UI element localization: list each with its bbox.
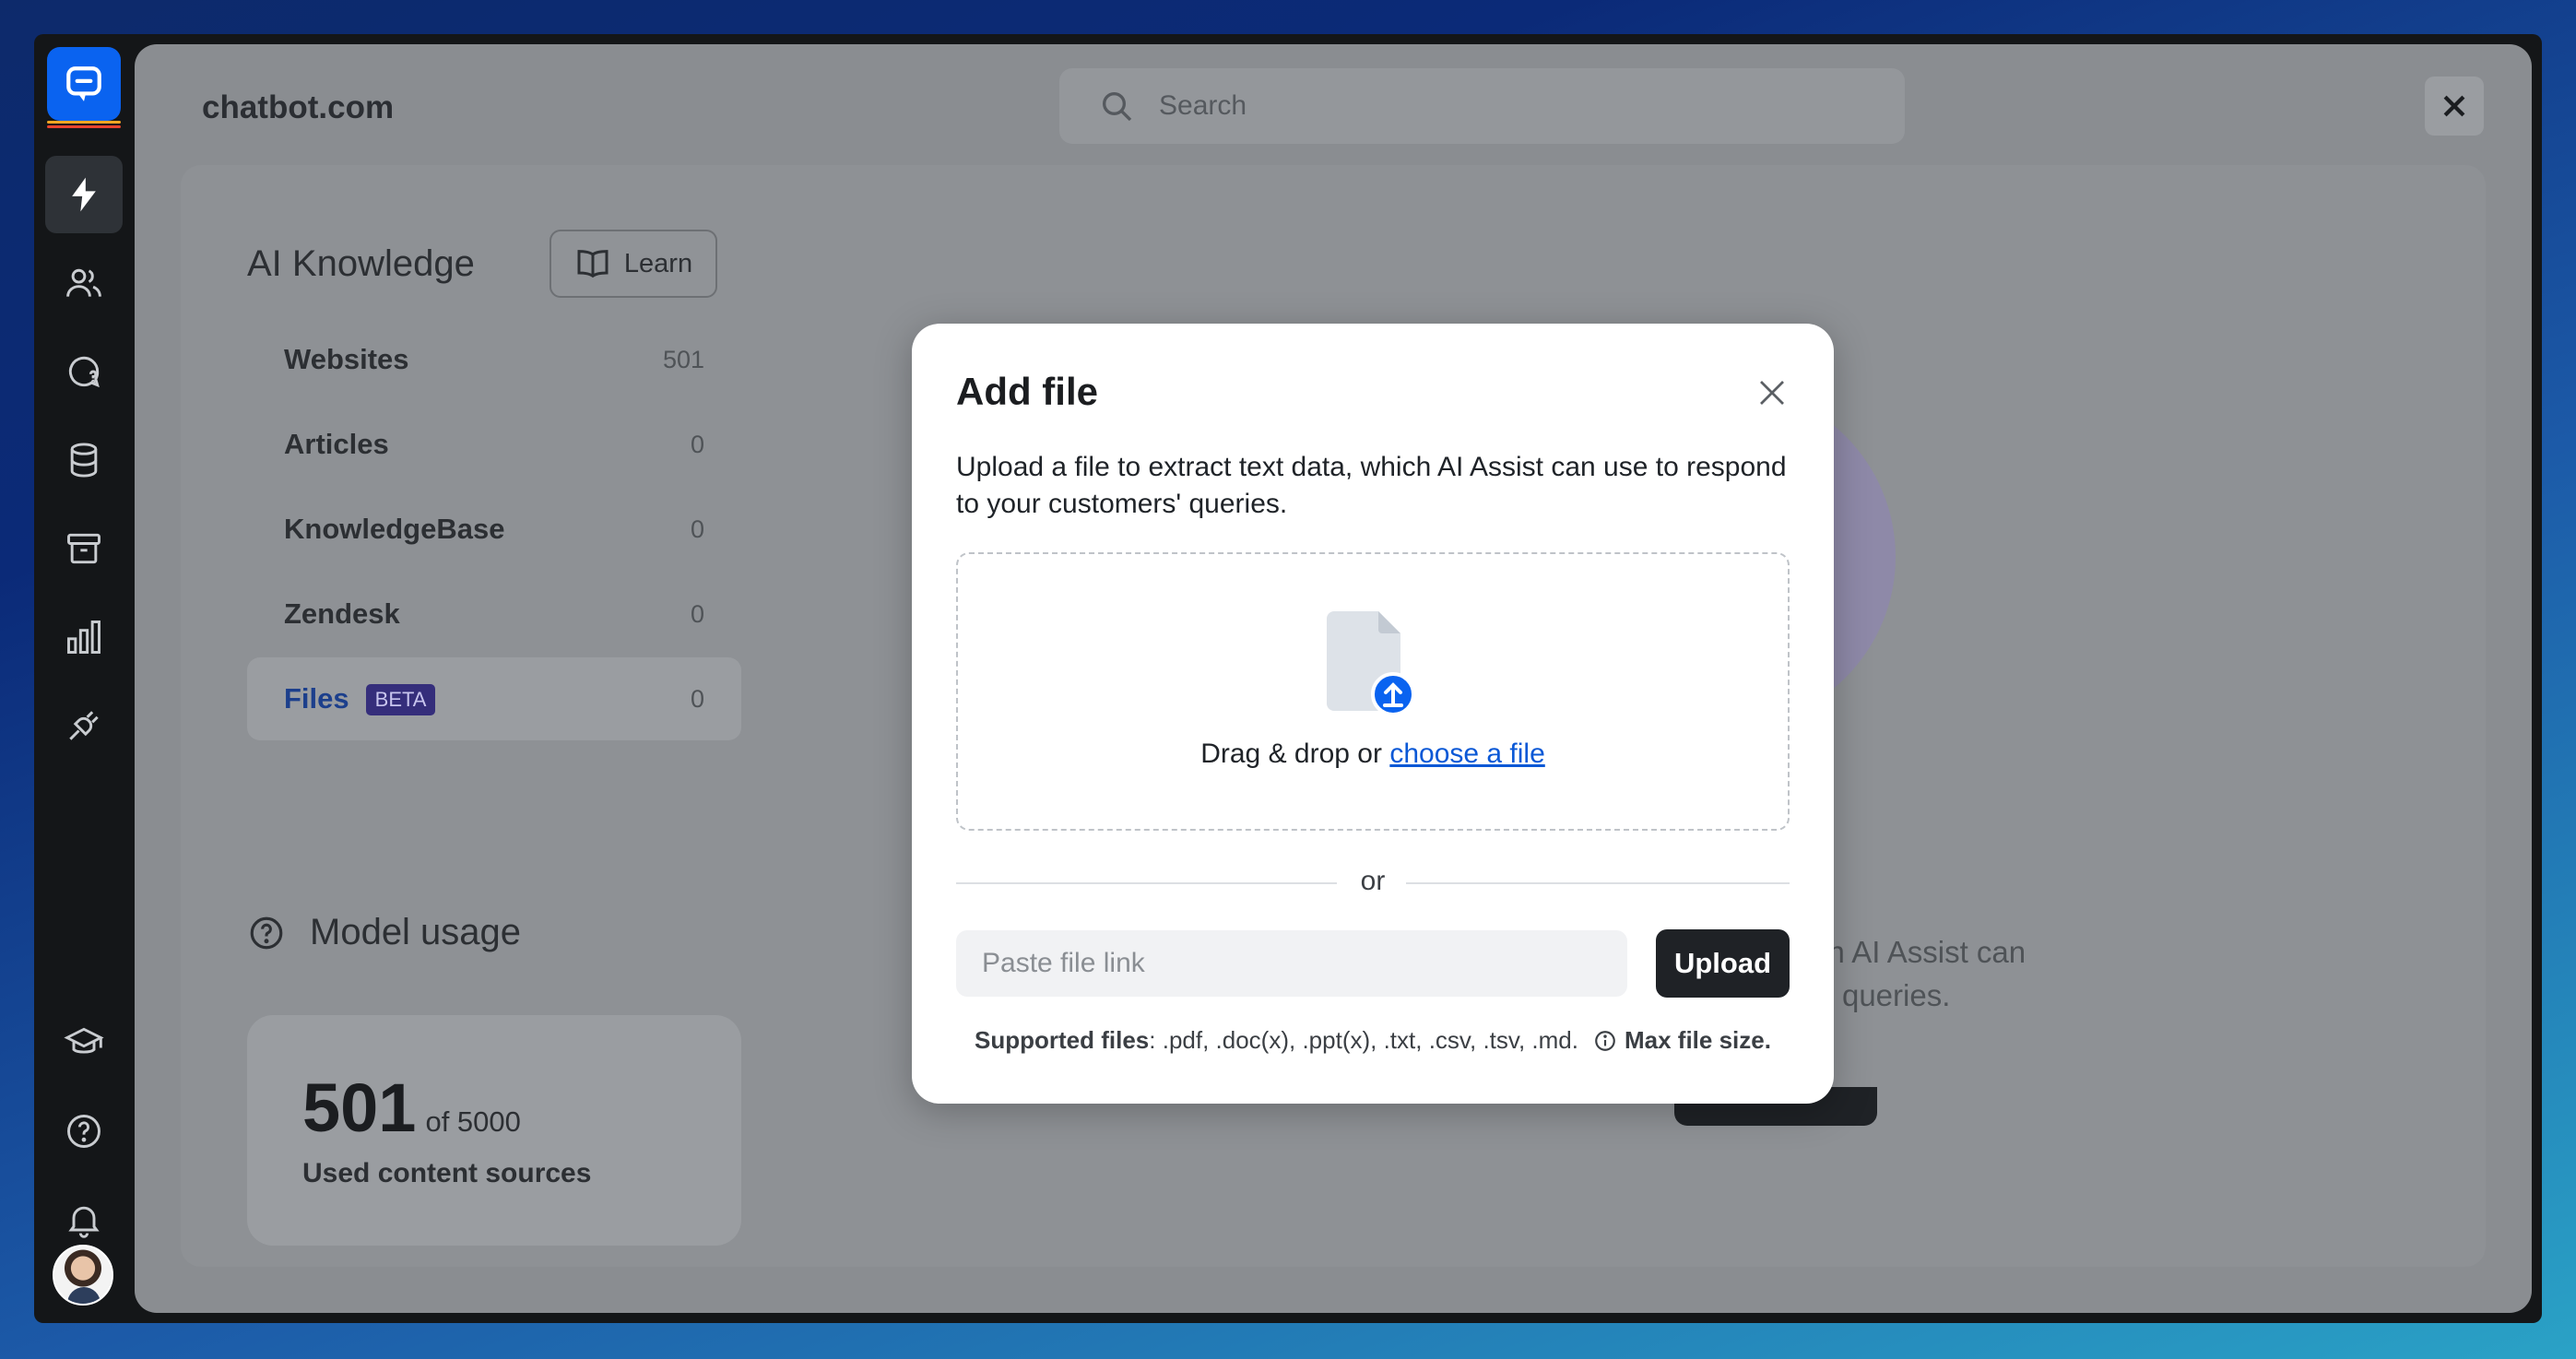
learn-button[interactable]: Learn bbox=[549, 230, 717, 298]
empty-state-text: ch AI Assist can s' queries. bbox=[1813, 930, 2026, 1017]
add-file-modal: Add file Upload a file to extract text d… bbox=[912, 324, 1834, 1104]
beta-badge: BETA bbox=[365, 684, 436, 716]
chat-question-icon bbox=[68, 356, 100, 388]
usage-card: 501 of 5000 Used content sources bbox=[247, 1015, 741, 1246]
nav-item-label: KnowledgeBase bbox=[284, 513, 505, 545]
usage-count: 501 bbox=[302, 1069, 417, 1146]
nav-item-label: Articles bbox=[284, 428, 389, 460]
chatbot-logo[interactable] bbox=[47, 47, 121, 121]
plug-icon bbox=[69, 711, 99, 740]
nav-item-websites[interactable]: Websites 501 bbox=[247, 318, 741, 401]
model-usage-title: Model usage bbox=[310, 912, 522, 952]
nav-item-count: 0 bbox=[690, 430, 704, 458]
nav-item-count: 0 bbox=[690, 599, 704, 628]
nav-item-count: 0 bbox=[690, 684, 704, 713]
sidebar-item-automation[interactable] bbox=[45, 156, 123, 233]
org-name: chatbot.com bbox=[202, 89, 395, 125]
learn-label: Learn bbox=[623, 248, 693, 278]
supported-files-types: : .pdf, .doc(x), .ppt(x), .txt, .csv, .t… bbox=[1149, 1026, 1578, 1054]
usage-limit: of 5000 bbox=[425, 1105, 521, 1138]
logo-stripes bbox=[47, 121, 121, 132]
nav-item-knowledgebase[interactable]: KnowledgeBase 0 bbox=[247, 488, 741, 571]
sidebar-item-chats[interactable] bbox=[45, 333, 123, 410]
usage-label: Used content sources bbox=[302, 1158, 592, 1188]
database-icon bbox=[70, 443, 98, 478]
help-icon bbox=[67, 1115, 100, 1148]
graduation-cap-icon bbox=[64, 1027, 104, 1054]
file-dropzone[interactable]: Drag & drop or choose a file bbox=[956, 552, 1790, 831]
nav-item-zendesk[interactable]: Zendesk 0 bbox=[247, 573, 741, 656]
nav-item-articles[interactable]: Articles 0 bbox=[247, 403, 741, 486]
close-panel-button[interactable] bbox=[2425, 77, 2484, 136]
search-icon bbox=[1103, 92, 1132, 122]
app-window: chatbot.com Search AI Knowledge Learn We… bbox=[34, 34, 2542, 1323]
sidebar-item-audience[interactable] bbox=[45, 244, 123, 322]
search-placeholder: Search bbox=[1159, 90, 1247, 121]
user-avatar[interactable] bbox=[53, 1245, 113, 1306]
users-icon bbox=[66, 268, 101, 297]
file-upload-icon bbox=[1327, 611, 1415, 716]
modal-description: Upload a file to extract text data, whic… bbox=[956, 452, 1787, 519]
nav-item-label: Websites bbox=[284, 343, 409, 375]
max-file-size-label: Max file size. bbox=[1624, 1026, 1771, 1054]
modal-title: Add file bbox=[956, 370, 1098, 413]
sidebar bbox=[34, 34, 133, 1323]
supported-files-note: Supported files: .pdf, .doc(x), .ppt(x),… bbox=[912, 1026, 1834, 1055]
file-link-input[interactable] bbox=[956, 930, 1627, 997]
sidebar-item-archive[interactable] bbox=[45, 510, 123, 587]
sidebar-item-integrations[interactable] bbox=[45, 687, 123, 764]
drop-instructions: Drag & drop or choose a file bbox=[958, 739, 1788, 770]
modal-close-button[interactable] bbox=[1749, 370, 1795, 416]
section-title: AI Knowledge bbox=[247, 243, 475, 284]
bar-chart-icon bbox=[67, 620, 100, 654]
drop-text: Drag & drop or bbox=[1200, 739, 1382, 769]
nav-item-count: 501 bbox=[662, 345, 704, 373]
sidebar-item-help[interactable] bbox=[45, 1093, 123, 1170]
archive-icon bbox=[67, 533, 100, 564]
lightning-icon bbox=[72, 177, 96, 212]
nav-item-label: Zendesk bbox=[284, 597, 400, 630]
close-icon bbox=[1760, 381, 1784, 405]
book-icon bbox=[577, 250, 609, 278]
close-icon bbox=[2443, 95, 2465, 117]
sidebar-item-reports[interactable] bbox=[45, 598, 123, 676]
or-label: or bbox=[1360, 866, 1386, 896]
search-bar[interactable]: Search bbox=[1059, 68, 1905, 144]
bell-icon bbox=[68, 1206, 100, 1238]
nav-item-files[interactable]: Files BETA 0 bbox=[247, 657, 741, 740]
chat-logo-icon bbox=[66, 66, 101, 101]
or-divider: or bbox=[956, 864, 1790, 901]
empty-state-line: ch AI Assist can bbox=[1813, 935, 2027, 969]
empty-state-line: s' queries. bbox=[1813, 978, 1951, 1012]
choose-file-link[interactable]: choose a file bbox=[1389, 739, 1544, 769]
nav-item-label: Files bbox=[284, 681, 349, 715]
info-icon[interactable] bbox=[1593, 1029, 1617, 1053]
sidebar-item-academy[interactable] bbox=[45, 1004, 123, 1081]
help-circle-icon[interactable] bbox=[247, 914, 286, 952]
supported-files-label: Supported files bbox=[975, 1026, 1150, 1054]
upload-button[interactable]: Upload bbox=[1656, 929, 1790, 998]
model-usage-heading: Model usage bbox=[247, 912, 521, 953]
knowledge-nav: Websites 501 Articles 0 KnowledgeBase 0 … bbox=[247, 318, 741, 742]
sidebar-item-knowledge[interactable] bbox=[45, 421, 123, 499]
nav-item-count: 0 bbox=[690, 514, 704, 543]
